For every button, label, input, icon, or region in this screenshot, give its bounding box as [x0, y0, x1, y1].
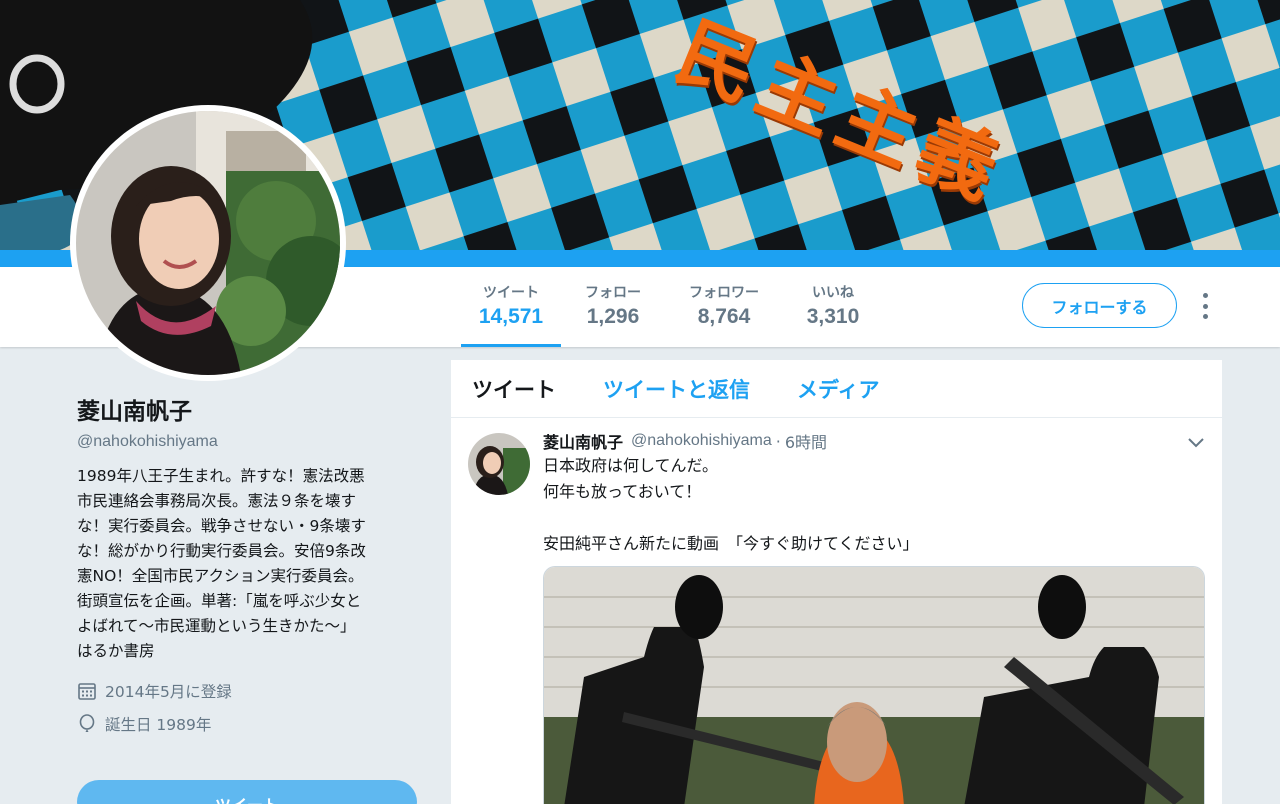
tweet-item[interactable]: 菱山南帆子 @nahokohishiyama · 6時間 日本政府は何してんだ。… — [451, 418, 1222, 804]
media-photo — [544, 567, 1204, 804]
tab-tweets-replies[interactable]: ツイートと返信 — [603, 374, 750, 404]
profile-handle[interactable]: @nahokohishiyama — [77, 433, 422, 451]
timeline: ツイート ツイートと返信 メディア 菱山南帆子 @nahokohishiyama… — [451, 360, 1222, 804]
bio-line: 1989年八王子生まれ。許すな！憲法改悪 — [77, 467, 365, 485]
tab-tweets[interactable]: ツイート — [472, 374, 556, 404]
calendar-icon — [77, 681, 97, 701]
bio-line: 憲NO！全国市民アクション実行委員会。 — [77, 567, 364, 585]
tweet-line: 日本政府は何してんだ。 — [543, 456, 719, 475]
more-options-icon[interactable] — [1198, 293, 1212, 319]
stat-label: フォロワー — [689, 285, 759, 301]
stat-label: ツイート — [483, 285, 539, 301]
stat-label: フォロー — [585, 285, 641, 301]
chevron-down-icon[interactable] — [1188, 438, 1204, 448]
stat-value: 1,296 — [586, 305, 640, 328]
tweet-to-button[interactable]: ツイート — [77, 780, 417, 804]
avatar-photo — [76, 111, 340, 375]
profile-bio: 1989年八王子生まれ。許すな！憲法改悪 市民連絡会事務局次長。憲法９条を壊す … — [77, 464, 415, 664]
tweet-header: 菱山南帆子 @nahokohishiyama · 6時間 — [543, 429, 1206, 453]
separator-dot: · — [775, 431, 781, 451]
stat-value: 8,764 — [697, 305, 751, 328]
stat-followers[interactable]: フォロワー 8,764 — [674, 282, 774, 347]
tweet-author-name[interactable]: 菱山南帆子 — [543, 429, 623, 453]
profile-avatar[interactable] — [70, 105, 346, 381]
stat-value: 3,310 — [806, 305, 860, 328]
bio-line: よばれて〜市民運動という生きかた〜」 — [77, 617, 356, 635]
tweet-line: 何年も放っておいて！ — [543, 482, 702, 501]
tweet-line — [543, 505, 1206, 531]
tweet-avatar[interactable] — [468, 433, 530, 495]
bio-line: はるか書房 — [77, 642, 155, 660]
joined-text: 2014年5月に登録 — [105, 683, 232, 701]
joined-date: 2014年5月に登録 — [77, 680, 422, 702]
bio-line: 街頭宣伝を企画。単著:「嵐を呼ぶ少女と — [77, 592, 362, 610]
birthday: 誕生日 1989年 — [77, 713, 422, 735]
profile-card: 菱山南帆子 @nahokohishiyama 1989年八王子生まれ。許すな！憲… — [77, 392, 422, 735]
tweet-line: 安田純平さん新たに動画 「今すぐ助けてください」 — [543, 534, 919, 553]
birthday-text: 誕生日 1989年 — [105, 716, 212, 734]
tweet-media-image[interactable] — [543, 566, 1205, 804]
stat-label: いいね — [812, 285, 854, 301]
balloon-icon — [77, 714, 97, 734]
follow-button[interactable]: フォローする — [1022, 283, 1177, 328]
stat-likes[interactable]: いいね 3,310 — [793, 282, 873, 347]
tweet-author-handle[interactable]: @nahokohishiyama — [631, 432, 772, 450]
stat-following[interactable]: フォロー 1,296 — [573, 282, 653, 347]
tweet-timestamp[interactable]: 6時間 — [785, 429, 827, 453]
bio-line: な！実行委員会。戦争させない・9条壊す — [77, 517, 366, 535]
profile-name[interactable]: 菱山南帆子 — [77, 392, 422, 426]
stat-tweets[interactable]: ツイート 14,571 — [461, 282, 561, 347]
tab-media[interactable]: メディア — [797, 374, 880, 404]
timeline-tabs: ツイート ツイートと返信 メディア — [451, 360, 1222, 418]
stat-value: 14,571 — [478, 305, 544, 328]
tweet-text: 日本政府は何してんだ。 何年も放っておいて！ 安田純平さん新たに動画 「今すぐ助… — [543, 453, 1206, 557]
bio-line: な！総がかり行動実行委員会。安倍9条改 — [77, 542, 366, 560]
bio-line: 市民連絡会事務局次長。憲法９条を壊す — [77, 492, 357, 510]
